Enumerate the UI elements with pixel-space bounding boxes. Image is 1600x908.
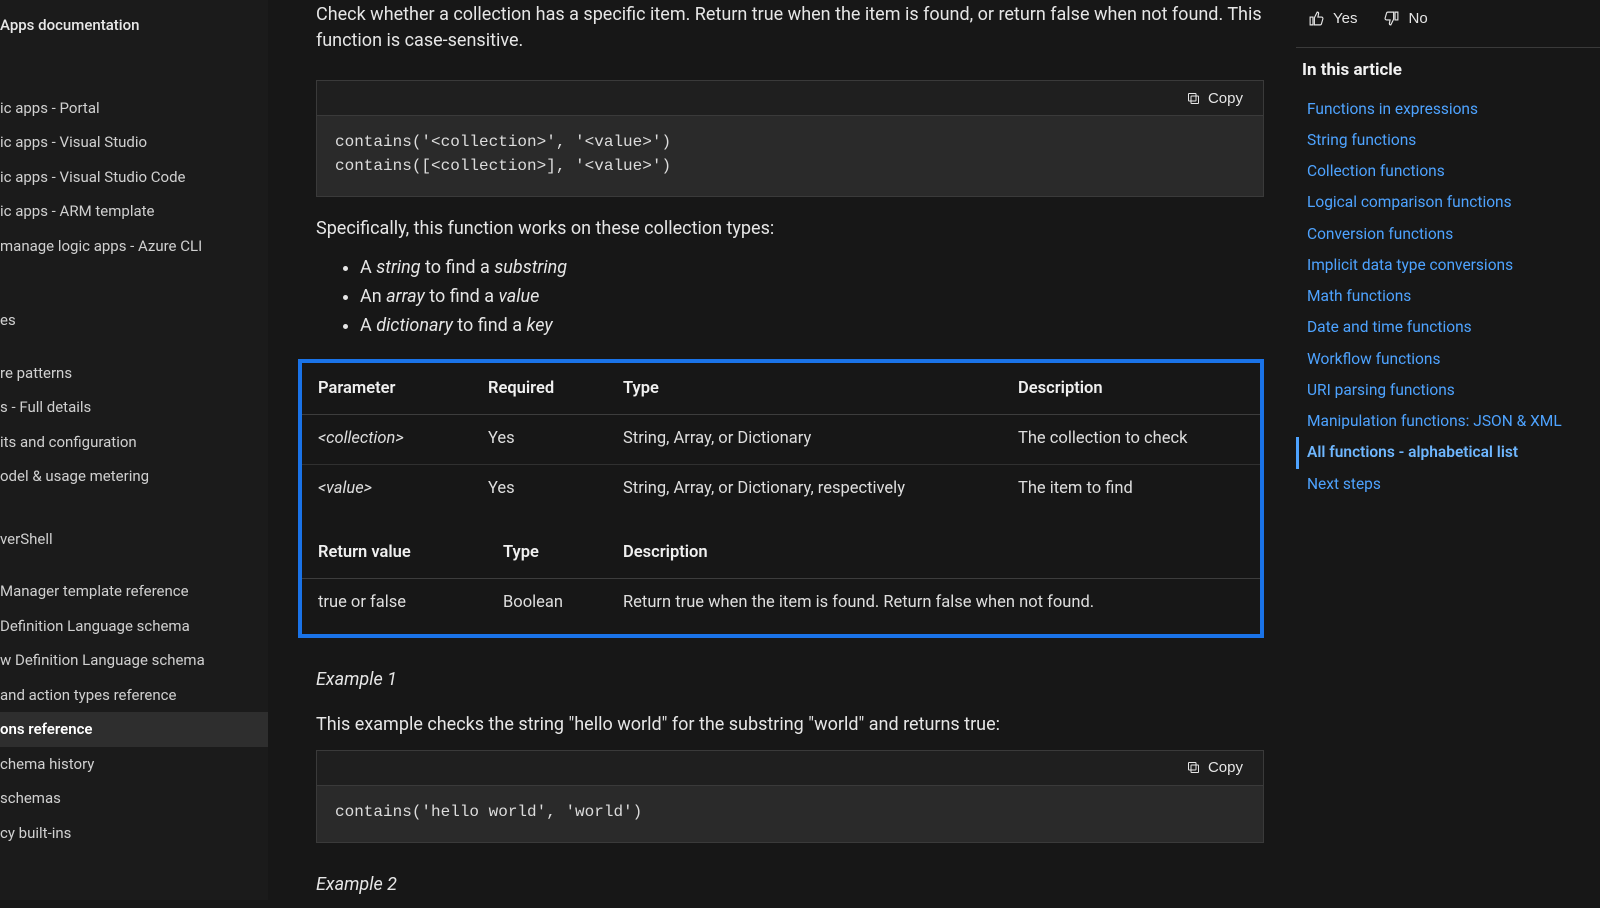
return-table: Return value Type Description true or fa… xyxy=(302,531,1260,628)
th-required: Required xyxy=(472,367,607,414)
nav-item[interactable]: ic apps - Visual Studio xyxy=(0,125,268,160)
parameters-table: Parameter Required Type Description <col… xyxy=(302,367,1260,513)
nav-item[interactable]: odel & usage metering xyxy=(0,459,268,494)
no-label: No xyxy=(1408,10,1427,27)
toc-item[interactable]: Next steps xyxy=(1296,469,1600,500)
th-description: Description xyxy=(1002,367,1260,414)
list-item: An array to find a value xyxy=(360,283,1264,310)
th-parameter: Parameter xyxy=(302,367,472,414)
nav-item[interactable]: schemas xyxy=(0,781,268,816)
toc-item[interactable]: Functions in expressions xyxy=(1296,94,1600,125)
feedback-yes-button[interactable]: Yes xyxy=(1304,8,1361,29)
copy-button[interactable]: Copy xyxy=(1180,755,1249,780)
toc-item-active[interactable]: All functions - alphabetical list xyxy=(1296,437,1600,468)
thumbs-down-icon xyxy=(1383,10,1400,27)
toc-item[interactable]: Manipulation functions: JSON & XML xyxy=(1296,406,1600,437)
table-row: <value> Yes String, Array, or Dictionary… xyxy=(302,464,1260,513)
nav-group-2: es re patterns s - Full details its and … xyxy=(0,303,268,494)
copy-button[interactable]: Copy xyxy=(1180,86,1249,111)
tables-highlight: Parameter Required Type Description <col… xyxy=(298,359,1264,638)
toc-item[interactable]: URI parsing functions xyxy=(1296,375,1600,406)
left-nav: Apps documentation ic apps - Portal ic a… xyxy=(0,0,268,900)
code-body: contains('<collection>', '<value>') cont… xyxy=(317,116,1263,196)
nav-top-title[interactable]: Apps documentation xyxy=(0,0,268,51)
thumbs-up-icon xyxy=(1308,10,1325,27)
toc-item[interactable]: Implicit data type conversions xyxy=(1296,250,1600,281)
code-header: Copy xyxy=(317,751,1263,786)
nav-item[interactable]: ic apps - ARM template xyxy=(0,194,268,229)
example-2-heading: Example 2 xyxy=(316,871,1264,898)
nav-section[interactable]: verShell xyxy=(0,522,268,557)
nav-item[interactable]: manage logic apps - Azure CLI xyxy=(0,229,268,264)
nav-group-3: verShell Manager template reference Defi… xyxy=(0,522,268,851)
toc-item[interactable]: Collection functions xyxy=(1296,156,1600,187)
nav-item[interactable]: Definition Language schema xyxy=(0,609,268,644)
toc-item[interactable]: Workflow functions xyxy=(1296,344,1600,375)
toc-item[interactable]: String functions xyxy=(1296,125,1600,156)
example-1-text: This example checks the string "hello wo… xyxy=(316,711,1264,738)
function-description: Check whether a collection has a specifi… xyxy=(316,2,1264,54)
nav-group-1: ic apps - Portal ic apps - Visual Studio… xyxy=(0,91,268,264)
th-return-value: Return value xyxy=(302,531,487,578)
list-item: A string to find a substring xyxy=(360,254,1264,281)
nav-item[interactable]: cy built-ins xyxy=(0,816,268,851)
copy-icon xyxy=(1186,760,1201,775)
in-this-article-heading: In this article xyxy=(1302,58,1600,84)
nav-item[interactable]: w Definition Language schema xyxy=(0,643,268,678)
nav-item[interactable]: and action types reference xyxy=(0,678,268,713)
toc-item[interactable]: Date and time functions xyxy=(1296,312,1600,343)
table-row: <collection> Yes String, Array, or Dicti… xyxy=(302,414,1260,464)
toc-item[interactable]: Logical comparison functions xyxy=(1296,187,1600,218)
list-item: A dictionary to find a key xyxy=(360,312,1264,339)
nav-item-active[interactable]: ons reference xyxy=(0,712,268,747)
code-body: contains('hello world', 'world') xyxy=(317,786,1263,842)
nav-item[interactable]: chema history xyxy=(0,747,268,782)
main-content: Check whether a collection has a specifi… xyxy=(298,0,1264,908)
nav-item[interactable]: Manager template reference xyxy=(0,574,268,609)
collection-types-list: A string to find a substring An array to… xyxy=(338,254,1264,339)
specifically-text: Specifically, this function works on the… xyxy=(316,215,1264,242)
table-row: true or false Boolean Return true when t… xyxy=(302,579,1260,628)
code-block-syntax: Copy contains('<collection>', '<value>')… xyxy=(316,80,1264,197)
right-sidebar: Yes No In this article Functions in expr… xyxy=(1296,0,1600,500)
example-1-heading: Example 1 xyxy=(316,666,1264,693)
copy-label: Copy xyxy=(1208,90,1243,107)
code-header: Copy xyxy=(317,81,1263,116)
th-type: Type xyxy=(607,367,1002,414)
yes-label: Yes xyxy=(1333,10,1357,27)
toc-item[interactable]: Math functions xyxy=(1296,281,1600,312)
feedback-no-button[interactable]: No xyxy=(1379,8,1431,29)
copy-icon xyxy=(1186,91,1201,106)
toc-list: Functions in expressions String function… xyxy=(1296,94,1600,500)
nav-item[interactable]: re patterns xyxy=(0,356,268,391)
nav-item[interactable]: ic apps - Portal xyxy=(0,91,268,126)
feedback-row: Yes No xyxy=(1296,4,1600,48)
th-description: Description xyxy=(607,531,1260,578)
toc-item[interactable]: Conversion functions xyxy=(1296,219,1600,250)
th-type: Type xyxy=(487,531,607,578)
nav-item[interactable]: its and configuration xyxy=(0,425,268,460)
code-block-example1: Copy contains('hello world', 'world') xyxy=(316,750,1264,843)
nav-item[interactable]: ic apps - Visual Studio Code xyxy=(0,160,268,195)
nav-section[interactable]: es xyxy=(0,303,268,338)
nav-item[interactable]: s - Full details xyxy=(0,390,268,425)
copy-label: Copy xyxy=(1208,759,1243,776)
